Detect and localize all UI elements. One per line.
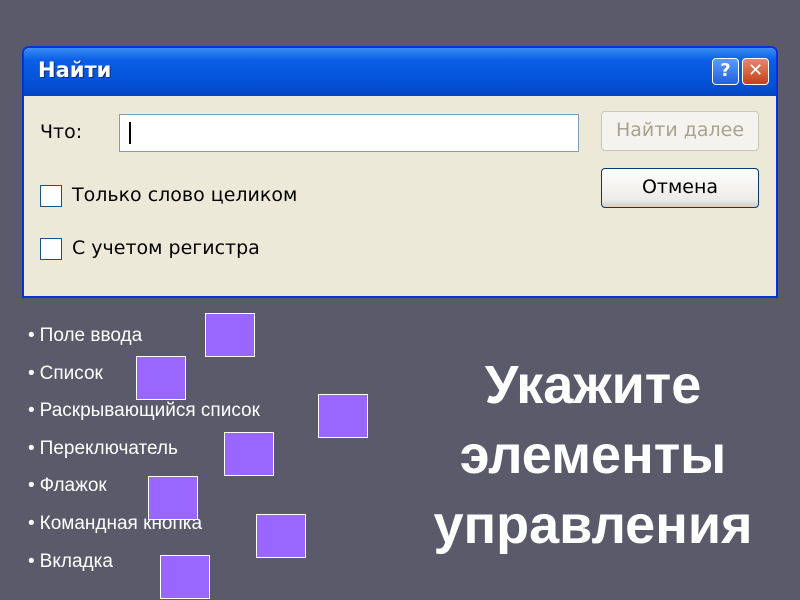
bullet: • bbox=[28, 362, 35, 384]
term-label: Поле ввода bbox=[39, 325, 143, 346]
bullet: • bbox=[28, 400, 35, 422]
answer-box-dropdown[interactable] bbox=[318, 394, 368, 438]
answer-box-command-button[interactable] bbox=[256, 514, 306, 558]
dialog-title: Найти bbox=[38, 58, 112, 82]
slide-heading: Укажите элементы управления bbox=[420, 350, 766, 560]
answer-box-tab[interactable] bbox=[160, 555, 210, 599]
answer-box-checkbox[interactable] bbox=[148, 476, 198, 520]
whole-word-checkbox[interactable] bbox=[40, 185, 62, 207]
term-label: Переключатель bbox=[39, 437, 178, 459]
heading-line: управления bbox=[433, 495, 753, 555]
bullet: • bbox=[28, 550, 35, 572]
find-dialog: Найти ? ✕ Что: Найти далее Отмена Только… bbox=[22, 46, 778, 298]
list-item: • Раскрывающийся список bbox=[28, 397, 260, 435]
answer-box-list[interactable] bbox=[136, 356, 186, 400]
heading-line: элементы bbox=[459, 425, 727, 485]
help-button[interactable]: ? bbox=[712, 58, 739, 85]
whole-word-label[interactable]: Только слово целиком bbox=[72, 184, 297, 206]
heading-line: Укажите bbox=[484, 355, 702, 415]
find-what-input[interactable] bbox=[119, 114, 579, 152]
list-item: • Вкладка bbox=[28, 548, 260, 586]
term-label: Вкладка bbox=[39, 550, 113, 572]
list-item: • Флажок bbox=[28, 472, 260, 510]
answer-box-input-field[interactable] bbox=[205, 313, 255, 357]
bullet: • bbox=[28, 437, 35, 459]
close-button[interactable]: ✕ bbox=[742, 58, 769, 85]
term-label: Флажок bbox=[39, 475, 107, 497]
term-label: Раскрывающийся список bbox=[39, 400, 260, 422]
bullet: • bbox=[28, 475, 35, 497]
bullet: • bbox=[28, 512, 35, 534]
cancel-button[interactable]: Отмена bbox=[601, 168, 759, 208]
bullet: • bbox=[28, 325, 35, 346]
match-case-label[interactable]: С учетом регистра bbox=[72, 237, 260, 259]
find-what-label: Что: bbox=[40, 121, 83, 143]
find-next-button[interactable]: Найти далее bbox=[601, 111, 759, 151]
text-caret bbox=[129, 122, 131, 144]
list-item: • Командная кнопка bbox=[28, 510, 260, 548]
match-case-checkbox[interactable] bbox=[40, 238, 62, 260]
answer-box-radio[interactable] bbox=[224, 432, 274, 476]
term-label: Список bbox=[39, 362, 103, 384]
dialog-title-bar[interactable]: Найти ? ✕ bbox=[24, 48, 776, 96]
